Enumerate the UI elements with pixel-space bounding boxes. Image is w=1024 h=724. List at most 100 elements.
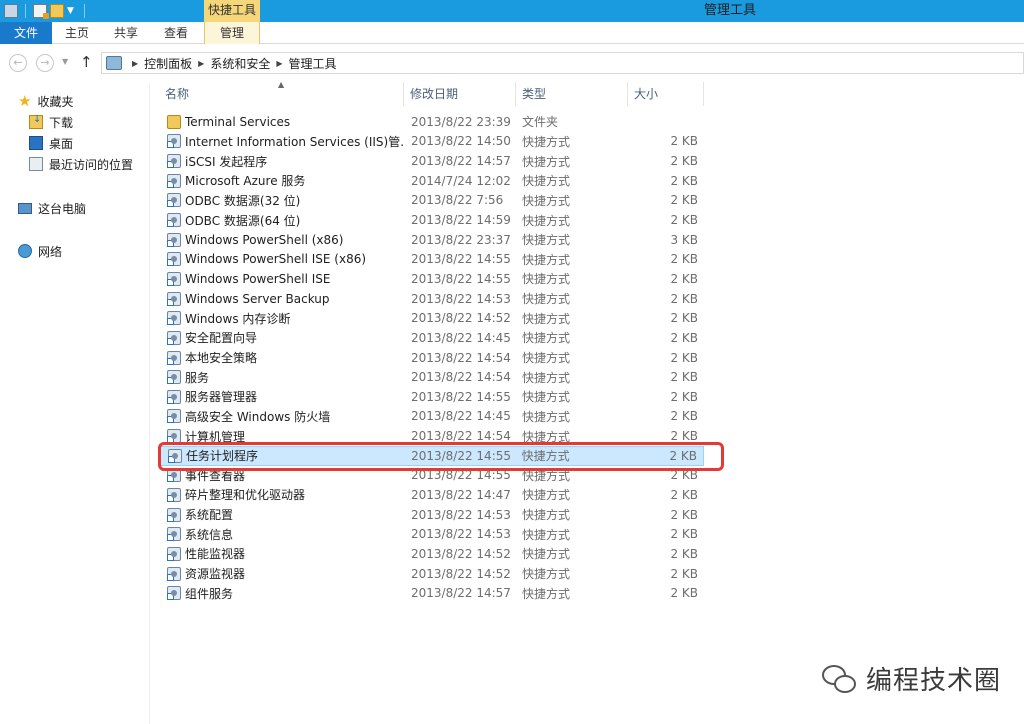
column-header-type[interactable]: 类型 [516,82,628,106]
powershell-ise-icon [167,252,181,267]
file-row[interactable]: 系统信息 2013/8/22 14:53 快捷方式 2 KB [159,524,704,544]
powershell-icon [167,232,181,247]
file-row[interactable]: 系统配置 2013/8/22 14:53 快捷方式 2 KB [159,505,704,525]
file-size: 2 KB [670,154,698,169]
file-name: 服务器管理器 [185,390,258,405]
column-header-size[interactable]: 大小 [628,82,704,106]
component-services-icon [167,586,181,601]
resource-monitor-icon [167,566,181,581]
nav-recent[interactable]: 最近访问的位置 [29,154,133,174]
column-header-date[interactable]: 修改日期 [404,82,516,106]
file-row[interactable]: 服务器管理器 2013/8/22 14:55 快捷方式 2 KB [159,387,704,407]
file-row[interactable]: Windows PowerShell ISE (x86) 2013/8/22 14… [159,249,704,269]
file-row[interactable]: 性能监视器 2013/8/22 14:52 快捷方式 2 KB [159,544,704,564]
file-type: 快捷方式 [522,508,571,523]
nav-downloads[interactable]: 下载 [29,112,73,132]
nav-favorites-label: 收藏夹 [37,94,74,109]
file-row[interactable]: 组件服务 2013/8/22 14:57 快捷方式 2 KB [159,583,704,603]
file-name-cell: 系统配置 [159,506,404,523]
file-name-cell: 服务器管理器 [159,388,404,405]
server-manager-icon [167,389,181,404]
file-name-cell: iSCSI 发起程序 [159,153,404,170]
breadcrumb-separator-icon[interactable]: ▶ [276,59,282,68]
file-name: Windows Server Backup [185,291,330,306]
file-name-cell: 本地安全策略 [159,349,404,366]
file-date: 2013/8/22 14:53 [411,291,511,306]
file-row[interactable]: Microsoft Azure 服务 2014/7/24 12:02 快捷方式 2 K… [159,171,704,191]
recent-locations-dropdown-icon[interactable]: ▼ [62,57,68,66]
tab-file[interactable]: 文件 [0,22,52,44]
nav-this-pc[interactable]: 这台电脑 [18,198,86,218]
file-name: Windows PowerShell ISE [185,271,331,286]
breadcrumb-separator-icon[interactable]: ▶ [198,59,204,68]
file-row[interactable]: 本地安全策略 2013/8/22 14:54 快捷方式 2 KB [159,348,704,368]
breadcrumb-admin-tools[interactable]: 管理工具 [289,55,337,72]
file-size: 2 KB [670,311,698,326]
file-date: 2013/8/22 14:52 [411,311,511,326]
file-row[interactable]: ODBC 数据源(64 位) 2013/8/22 14:59 快捷方式 2 KB [159,210,704,230]
file-row[interactable]: Windows 内存诊断 2013/8/22 14:52 快捷方式 2 KB [159,308,704,328]
highlight-box [158,442,724,471]
file-size: 2 KB [670,370,698,385]
file-row[interactable]: Windows PowerShell (x86) 2013/8/22 23:37 快… [159,230,704,250]
nav-network[interactable]: 网络 [18,241,62,261]
file-type: 快捷方式 [522,292,571,307]
tab-manage[interactable]: 管理 [204,22,260,44]
file-size: 2 KB [670,213,698,228]
tab-share[interactable]: 共享 [104,22,148,44]
customize-qat-icon[interactable]: ▼ [67,6,77,16]
file-type: 快捷方式 [522,351,571,365]
breadcrumb-separator-icon[interactable]: ▶ [132,59,138,68]
file-row[interactable]: 碎片整理和优化驱动器 2013/8/22 14:47 快捷方式 2 KB [159,485,704,505]
file-row[interactable]: iSCSI 发起程序 2013/8/22 14:57 快捷方式 2 KB [159,151,704,171]
file-row[interactable]: 服务 2013/8/22 14:54 快捷方式 2 KB [159,367,704,387]
file-type: 快捷方式 [522,547,571,562]
nav-downloads-label: 下载 [49,115,74,130]
forward-button[interactable]: → [36,54,54,72]
file-row[interactable]: Windows Server Backup 2013/8/22 14:53 快捷方式… [159,289,704,309]
file-type: 快捷方式 [522,134,571,149]
file-row[interactable]: Terminal Services 2013/8/22 23:39 文件夹 [159,112,704,132]
odbc-icon [167,193,181,208]
file-row[interactable]: 资源监视器 2013/8/22 14:52 快捷方式 2 KB [159,564,704,584]
file-list: Terminal Services 2013/8/22 23:39 文件夹 Inter… [159,112,704,603]
file-row[interactable]: Windows PowerShell ISE 2013/8/22 14:55 快捷方… [159,269,704,289]
address-bar[interactable]: ▶ 控制面板 ▶ 系统和安全 ▶ 管理工具 [101,52,1024,74]
file-size: 2 KB [670,586,698,601]
nav-desktop[interactable]: 桌面 [29,133,73,153]
file-name-cell: Internet Information Services (IIS)管... [159,133,404,150]
security-policy-icon [167,350,181,365]
file-type: 快捷方式 [522,213,571,228]
file-date: 2013/8/22 14:55 [411,252,511,267]
qat-separator [84,4,85,18]
file-name-cell: 服务 [159,369,404,386]
file-name-cell: 碎片整理和优化驱动器 [159,486,404,503]
file-name: iSCSI 发起程序 [185,154,268,169]
file-date: 2013/8/22 14:54 [411,429,511,444]
column-header-name[interactable]: 名称 [159,82,404,106]
watermark: 编程技术圈 [822,660,1001,697]
file-row[interactable]: Internet Information Services (IIS)管... 2… [159,132,704,152]
nav-favorites[interactable]: ★ 收藏夹 [18,91,73,111]
file-size: 2 KB [670,389,698,404]
properties-icon[interactable] [33,4,49,19]
file-name: Windows PowerShell ISE (x86) [185,252,367,267]
services-icon [167,370,181,385]
file-date: 2013/8/22 14:50 [411,134,511,149]
file-date: 2013/8/22 23:37 [411,232,511,247]
tab-home[interactable]: 主页 [55,22,99,44]
breadcrumb-control-panel[interactable]: 控制面板 [144,55,192,72]
file-row[interactable]: 高级安全 Windows 防火墙 2013/8/22 14:45 快捷方式 2 KB [159,407,704,427]
app-icon[interactable] [4,4,18,18]
tab-view[interactable]: 查看 [154,22,198,44]
file-date: 2013/8/22 14:57 [411,154,511,169]
memory-diagnostic-icon [167,311,181,326]
up-button[interactable]: ↑ [80,53,93,71]
breadcrumb-system-security[interactable]: 系统和安全 [210,55,270,72]
new-folder-icon[interactable] [50,4,64,18]
file-name-cell: Terminal Services [159,114,404,129]
file-date: 2013/8/22 14:52 [411,566,511,581]
file-row[interactable]: 安全配置向导 2013/8/22 14:45 快捷方式 2 KB [159,328,704,348]
file-row[interactable]: ODBC 数据源(32 位) 2013/8/22 7:56 快捷方式 2 KB [159,191,704,211]
back-button[interactable]: ← [9,54,27,72]
